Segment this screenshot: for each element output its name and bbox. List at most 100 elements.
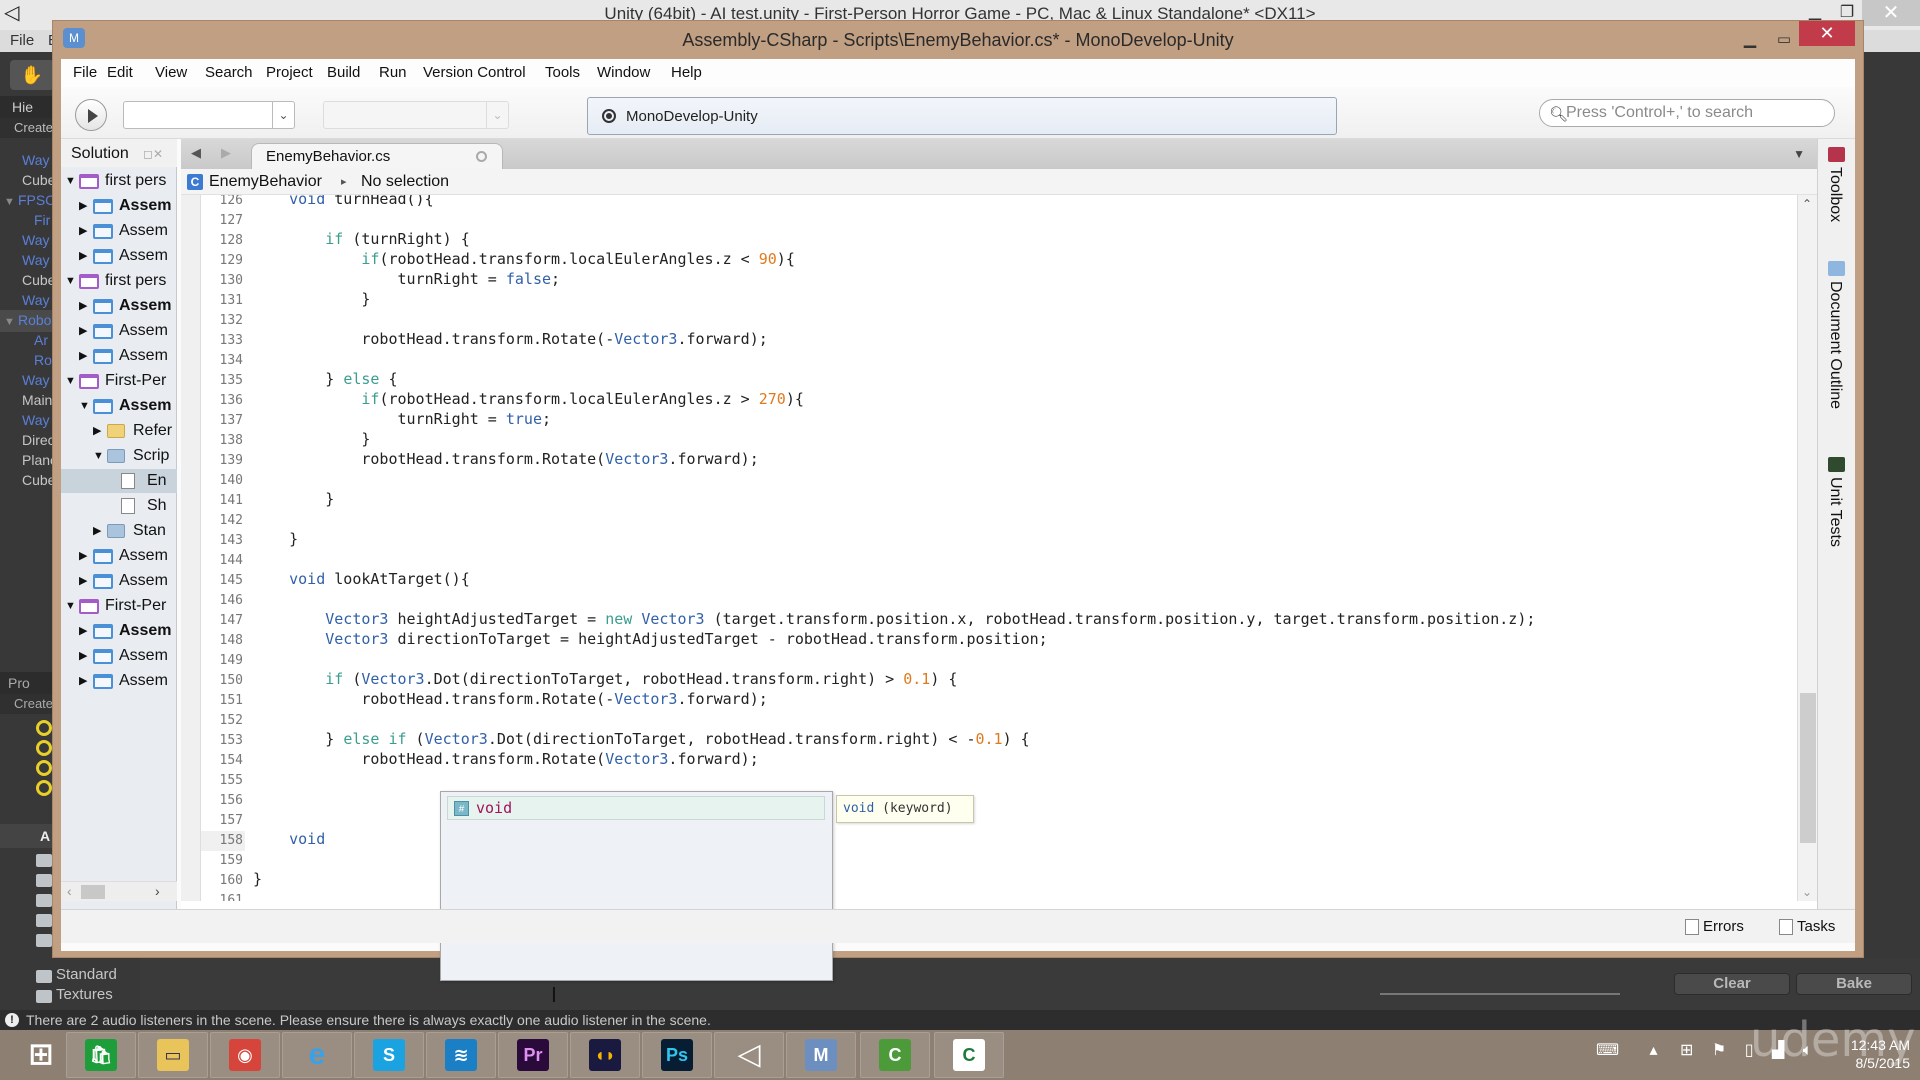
expand-triangle-icon[interactable]: ▶: [79, 669, 87, 693]
taskbar-store[interactable]: 🛍︎: [66, 1032, 136, 1078]
taskbar-monodevelop[interactable]: M: [786, 1032, 856, 1078]
code-line[interactable]: 126 void turnHead(){: [201, 195, 1797, 209]
expand-triangle-icon[interactable]: ▶: [79, 569, 87, 593]
menu-search[interactable]: Search: [205, 64, 253, 81]
taskbar-skype[interactable]: S: [354, 1032, 424, 1078]
minimize-icon[interactable]: ▁: [1735, 29, 1765, 51]
tab-enemybehavior[interactable]: EnemyBehavior.cs: [251, 143, 503, 169]
taskbar-chrome[interactable]: ◉: [210, 1032, 280, 1078]
solution-tree-node[interactable]: ▶ Refer: [61, 419, 177, 443]
code-line[interactable]: 139 robotHead.transform.Rotate(Vector3.f…: [201, 449, 1797, 469]
unity-status-bar[interactable]: ! There are 2 audio listeners in the sce…: [0, 1010, 1920, 1030]
volume-icon[interactable]: 🔈︎: [1803, 1042, 1813, 1059]
solution-tree-node[interactable]: ▶ Assem: [61, 619, 177, 643]
solution-tree-node[interactable]: ▶ Assem: [61, 569, 177, 593]
code-line[interactable]: 147 Vector3 heightAdjustedTarget = new V…: [201, 609, 1797, 629]
saved-search-icon[interactable]: [36, 780, 52, 796]
solution-tree-node[interactable]: ▶ Assem: [61, 644, 177, 668]
collapse-triangle-icon[interactable]: ▼: [79, 394, 90, 418]
clear-button[interactable]: Clear: [1674, 973, 1790, 995]
menu-tools[interactable]: Tools: [545, 64, 580, 81]
expand-triangle-icon[interactable]: ▶: [79, 219, 87, 243]
errors-pad-button[interactable]: Errors: [1685, 918, 1744, 936]
breadcrumb-class[interactable]: EnemyBehavior: [209, 173, 322, 191]
menu-window[interactable]: Window: [597, 64, 650, 81]
scroll-thumb[interactable]: [1800, 693, 1816, 843]
collapse-triangle-icon[interactable]: ▼: [65, 594, 76, 618]
menu-file[interactable]: File: [73, 64, 97, 81]
collapse-triangle-icon[interactable]: ▼: [93, 444, 104, 468]
saved-search-icon[interactable]: [36, 740, 52, 756]
expand-triangle-icon[interactable]: ▶: [79, 319, 87, 343]
action-center-flag-icon[interactable]: ⚑: [1712, 1042, 1726, 1059]
solution-tree-node[interactable]: ▶ Assem: [61, 669, 177, 693]
saved-search-icon[interactable]: [36, 720, 52, 736]
solution-tree-node[interactable]: ▼ First-Per: [61, 369, 177, 393]
unity-slider[interactable]: [1380, 993, 1620, 995]
taskbar-internet-explorer[interactable]: e: [282, 1032, 352, 1078]
collapse-triangle-icon[interactable]: ▼: [65, 369, 76, 393]
breadcrumb-member[interactable]: No selection: [361, 173, 449, 191]
solution-tree-node[interactable]: ▶ Assem: [61, 294, 177, 318]
code-line[interactable]: 142: [201, 509, 1797, 529]
folder-standard[interactable]: Standard: [56, 966, 117, 983]
solution-tree-node[interactable]: Sh: [61, 494, 177, 518]
nav-back-icon[interactable]: ◀: [191, 145, 201, 161]
completion-item[interactable]: # void: [447, 796, 825, 820]
code-line[interactable]: 146: [201, 589, 1797, 609]
taskbar-file-explorer[interactable]: ▭: [138, 1032, 208, 1078]
solution-tree-node[interactable]: ▶ Assem: [61, 194, 177, 218]
keyboard-icon[interactable]: ⌨: [1596, 1042, 1619, 1059]
bake-button[interactable]: Bake: [1796, 973, 1912, 995]
scroll-left-icon[interactable]: ‹: [67, 883, 72, 899]
nav-forward-icon[interactable]: ▶: [221, 145, 231, 161]
taskbar-audition[interactable]: ◖◗: [570, 1032, 640, 1078]
solution-tree-node[interactable]: ▶ Assem: [61, 319, 177, 343]
code-line[interactable]: 141 }: [201, 489, 1797, 509]
menu-run[interactable]: Run: [379, 64, 407, 81]
battery-icon[interactable]: ▯: [1745, 1042, 1754, 1059]
code-line[interactable]: 148 Vector3 directionToTarget = heightAd…: [201, 629, 1797, 649]
solution-tree-node[interactable]: ▼ Assem: [61, 394, 177, 418]
tasks-pad-button[interactable]: Tasks: [1779, 918, 1835, 936]
code-line[interactable]: 151 robotHead.transform.Rotate(-Vector3.…: [201, 689, 1797, 709]
code-area[interactable]: 126 void turnHead(){127 128 if (turnRight…: [181, 195, 1797, 901]
dock-tab-toolbox[interactable]: Toolbox: [1826, 167, 1844, 222]
dock-tab-document-outline[interactable]: Document Outline: [1826, 281, 1844, 409]
menu-build[interactable]: Build: [327, 64, 360, 81]
scroll-down-icon[interactable]: ⌄: [1802, 885, 1812, 899]
code-line[interactable]: 128 if (turnRight) {: [201, 229, 1797, 249]
search-input[interactable]: [1566, 103, 1826, 123]
expand-triangle-icon[interactable]: ▶: [79, 344, 87, 368]
menu-edit[interactable]: Edit: [107, 64, 133, 81]
code-line[interactable]: 127: [201, 209, 1797, 229]
menu-version-control[interactable]: Version Control: [423, 64, 526, 81]
code-line[interactable]: 132: [201, 309, 1797, 329]
solution-tree-node[interactable]: ▶ Assem: [61, 244, 177, 268]
run-button[interactable]: [75, 99, 107, 131]
code-line[interactable]: 152: [201, 709, 1797, 729]
expand-triangle-icon[interactable]: ▼: [4, 196, 18, 208]
code-line[interactable]: 145 void lookAtTarget(){: [201, 569, 1797, 589]
global-search[interactable]: 🔍︎: [1539, 99, 1835, 127]
solution-tree-node[interactable]: ▶ Assem: [61, 344, 177, 368]
taskbar-camtasia-studio[interactable]: C: [934, 1032, 1004, 1078]
code-line[interactable]: 138 }: [201, 429, 1797, 449]
expand-triangle-icon[interactable]: ▶: [79, 294, 87, 318]
configuration-select[interactable]: ⌄: [123, 101, 295, 129]
solution-tree-node[interactable]: ▶ Assem: [61, 219, 177, 243]
code-line[interactable]: 153 } else if (Vector3.Dot(directionToTa…: [201, 729, 1797, 749]
solution-tree-node[interactable]: ▼ Scrip: [61, 444, 177, 468]
tab-close-icon[interactable]: [476, 151, 487, 162]
code-line[interactable]: 144: [201, 549, 1797, 569]
clock[interactable]: 12:43 AM 8/5/2015: [1830, 1036, 1910, 1072]
solution-tree-node[interactable]: ▼ first pers: [61, 169, 177, 193]
maximize-icon[interactable]: ▭: [1769, 29, 1799, 51]
collapse-triangle-icon[interactable]: ▼: [65, 169, 76, 193]
scroll-up-icon[interactable]: ⌃: [1802, 197, 1812, 211]
unity-menu-file[interactable]: File: [10, 32, 34, 49]
unity-close-button[interactable]: ✕: [1862, 0, 1920, 26]
menu-help[interactable]: Help: [671, 64, 702, 81]
platform-select[interactable]: ⌄: [323, 101, 509, 129]
expand-triangle-icon[interactable]: ▶: [93, 519, 101, 543]
